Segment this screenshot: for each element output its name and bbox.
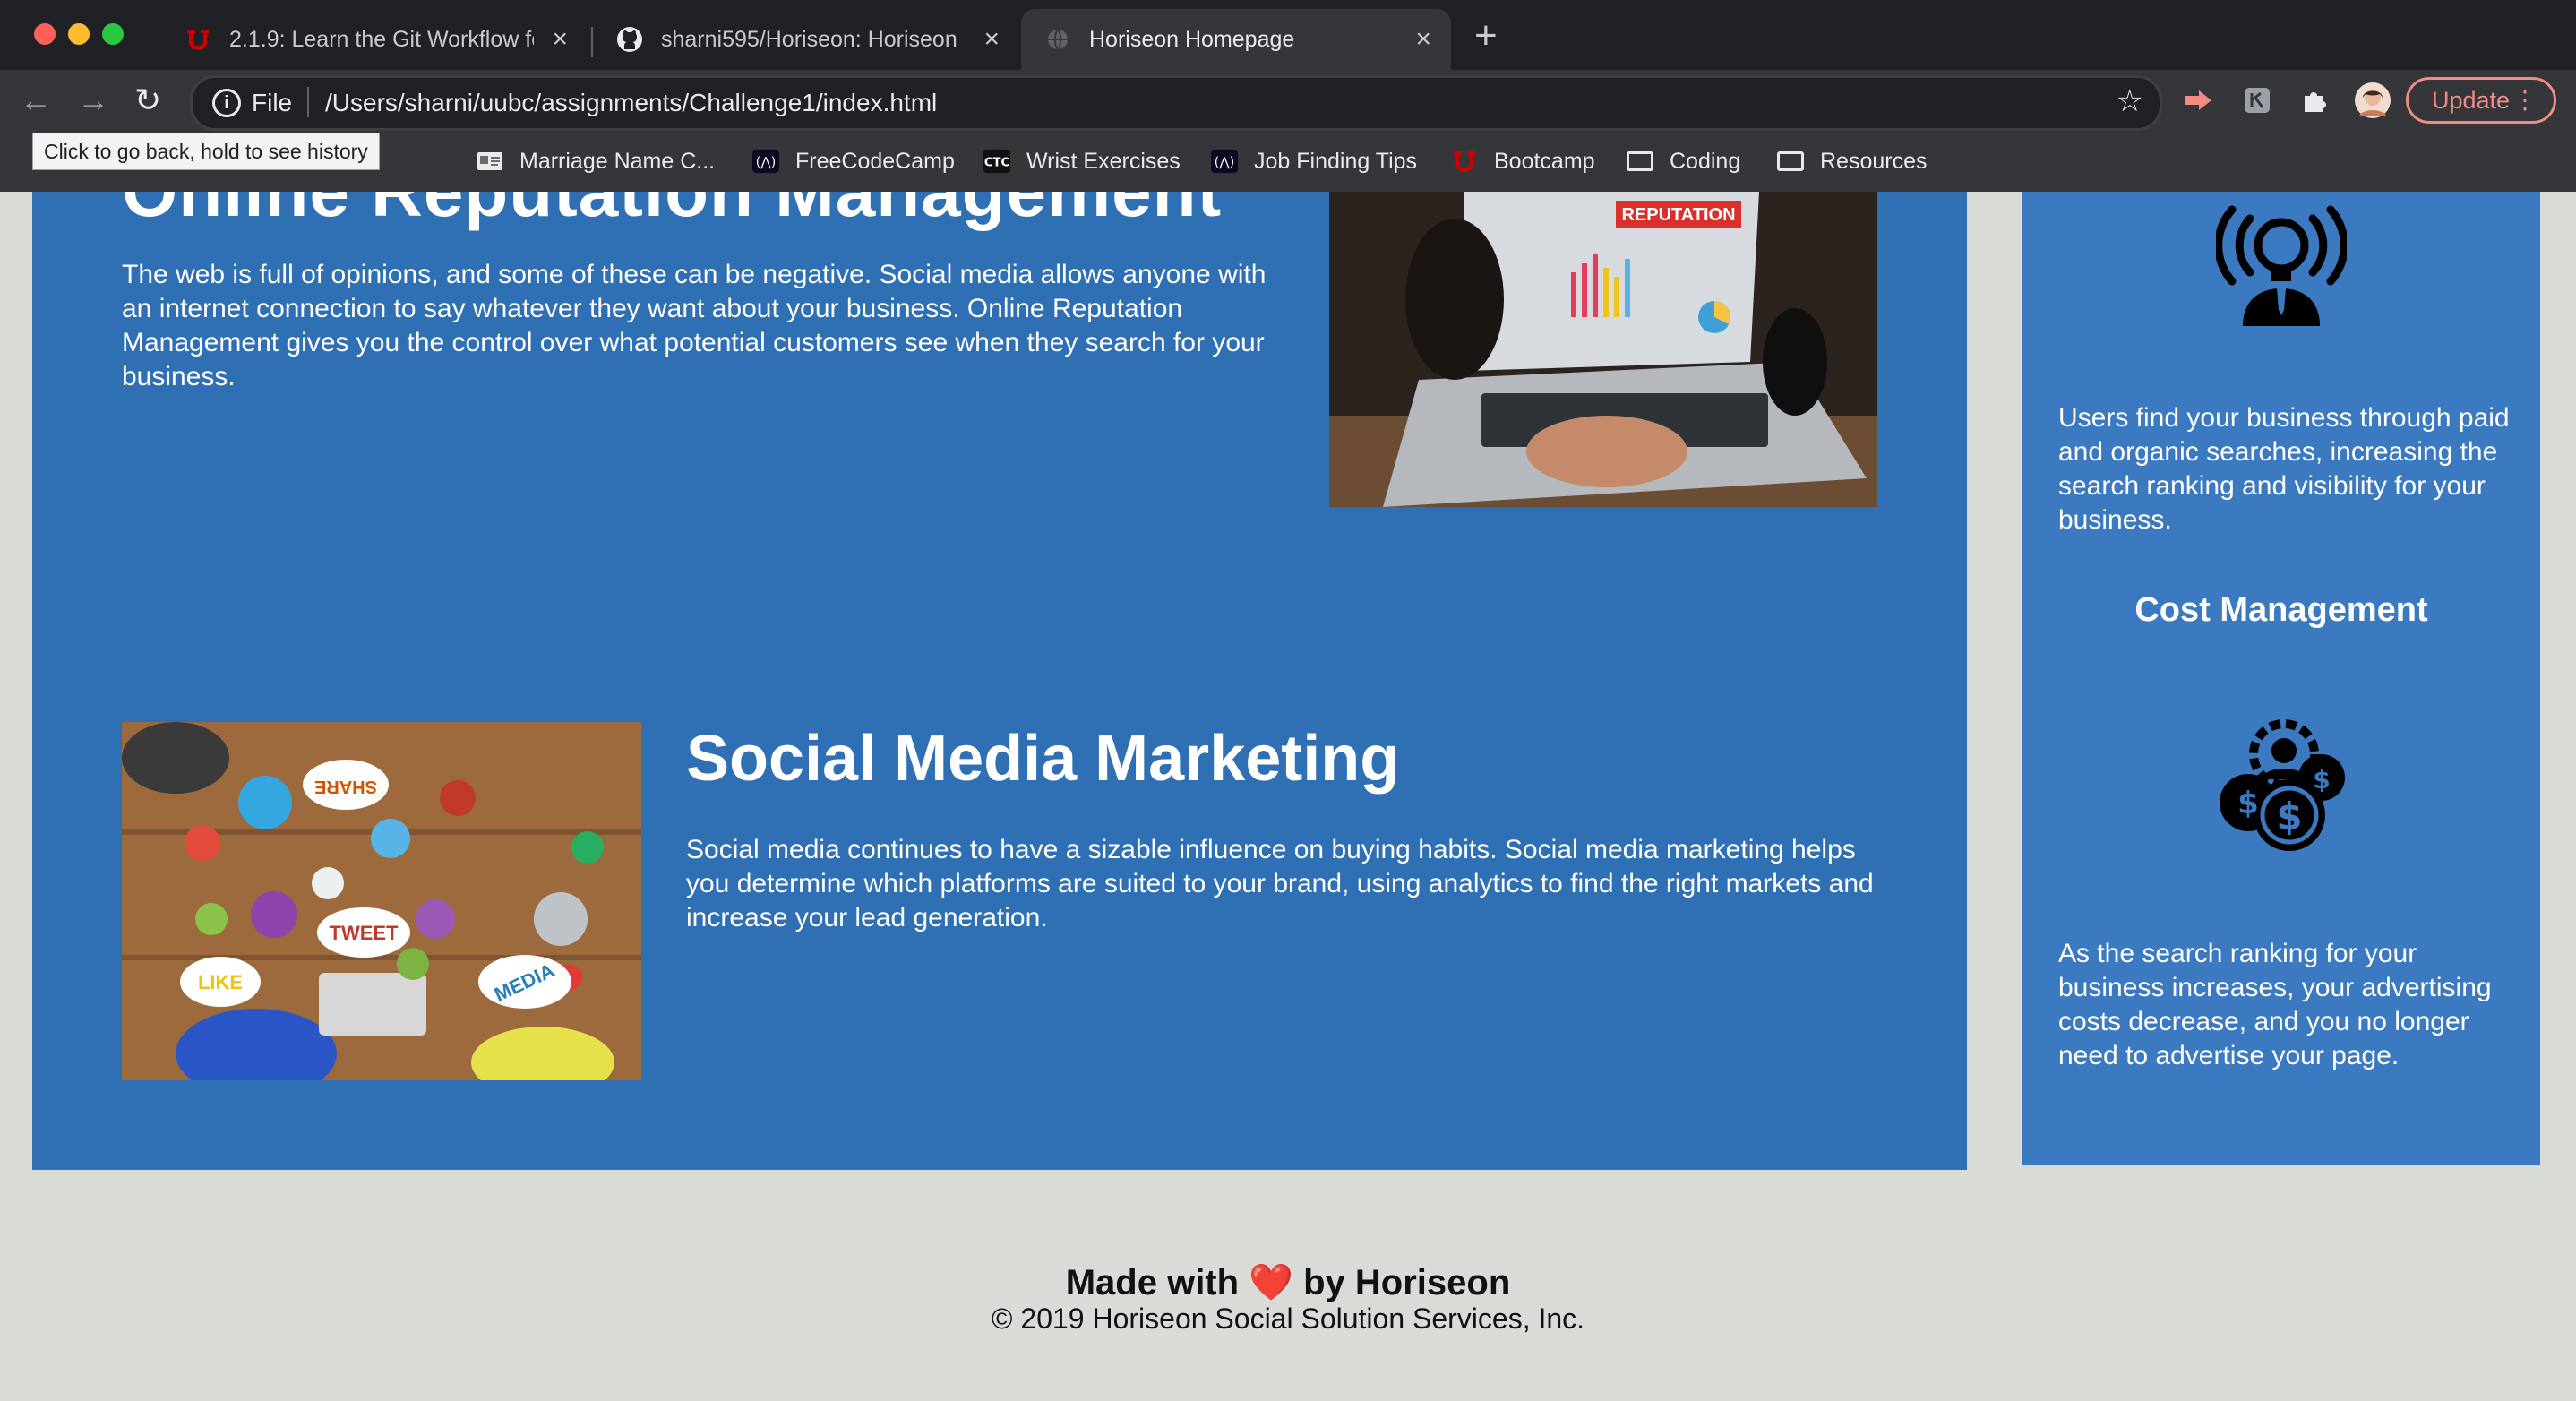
fcc-icon: (⋀) [1211, 149, 1238, 174]
bookmark-item[interactable]: Coding [1627, 143, 1740, 179]
social-media-text: Social media continues to have a sizable… [686, 835, 1874, 933]
browser-tab-bar: 2.1.9: Learn the Git Workflow fo × sharn… [0, 0, 2576, 70]
svg-text:$: $ [2276, 795, 2302, 838]
back-button-tooltip: Click to go back, hold to see history [32, 133, 380, 170]
extension-tile-icon[interactable] [2241, 84, 2273, 116]
svg-text:REPUTATION: REPUTATION [1621, 205, 1735, 225]
bookmark-item[interactable]: Marriage Name C... [477, 143, 715, 179]
footer-made-with-suffix: by Horiseon [1303, 1263, 1511, 1302]
bookmark-label: Wrist Exercises [1026, 148, 1181, 174]
address-url[interactable]: /Users/sharni/uubc/assignments/Challenge… [325, 89, 937, 117]
close-tab-icon[interactable]: × [983, 26, 1000, 53]
extension-arrow-icon[interactable] [2182, 84, 2214, 116]
cost-management-text: As the search ranking for your business … [2058, 939, 2492, 1070]
more-menu-icon[interactable]: ⋮ [2512, 85, 2537, 115]
tab-git-workflow[interactable]: 2.1.9: Learn the Git Workflow fo × [161, 9, 588, 70]
close-window-button[interactable] [34, 23, 56, 45]
social-media-heading: Social Media Marketing [686, 723, 1400, 795]
svg-text:TWEET: TWEET [330, 922, 399, 944]
back-arrow-icon[interactable]: ← [20, 81, 52, 120]
zoom-window-button[interactable] [102, 23, 124, 45]
bookmark-label: Bootcamp [1494, 148, 1595, 174]
svg-text:(⋀): (⋀) [1215, 156, 1234, 170]
close-tab-icon[interactable]: × [552, 26, 568, 53]
cost-management-icon: $ $ $ [2212, 715, 2356, 863]
tab-title: Horiseon Homepage [1089, 26, 1295, 52]
tab-title: sharni595/Horiseon: Horiseon [661, 26, 957, 52]
footer-made-with-prefix: Made with [1065, 1263, 1240, 1302]
bookmark-label: Marriage Name C... [519, 148, 716, 174]
bookmark-item[interactable]: (⋀) Job Finding Tips [1211, 143, 1417, 179]
new-tab-button[interactable]: + [1474, 16, 1498, 56]
svg-text:(⋀): (⋀) [756, 156, 776, 170]
extensions-puzzle-icon[interactable] [2298, 84, 2331, 116]
utah-u-icon [185, 26, 211, 53]
bookmark-item[interactable]: Resources [1777, 143, 1928, 179]
globe-icon [1044, 26, 1071, 53]
footer-copyright: © 2019 Horiseon Social Solution Services… [991, 1302, 1585, 1335]
svg-text:$: $ [2313, 765, 2330, 795]
folder-icon [1627, 150, 1653, 173]
reputation-heading: Online Reputation Management [122, 192, 1222, 233]
bookmark-label: Coding [1670, 148, 1741, 174]
page-viewport: Online Reputation Management The web is … [0, 192, 2576, 1401]
svg-text:LIKE: LIKE [198, 971, 243, 993]
profile-avatar[interactable] [2354, 82, 2391, 119]
reputation-text: The web is full of opinions, and some of… [122, 260, 1267, 391]
social-media-image: SHARE TWEET LIKE MEDIA [122, 722, 641, 1080]
bookmark-item[interactable]: CTC Wrist Exercises [983, 143, 1181, 179]
folder-icon [1777, 150, 1804, 173]
utah-u-icon [1451, 150, 1478, 173]
lead-generation-text: Users find your business through paid an… [2058, 403, 2510, 535]
bookmarks-bar: nlin... Marriage Name C... (⋀) FreeCodeC… [0, 131, 2576, 192]
tab-github-horiseon[interactable]: sharni595/Horiseon: Horiseon × [593, 9, 1019, 70]
bookmark-item[interactable]: Bootcamp [1451, 143, 1595, 179]
bookmark-label: FreeCodeCamp [795, 148, 955, 174]
site-info-icon[interactable]: i [212, 89, 241, 117]
update-label: Update [2432, 86, 2511, 114]
address-scheme-label: File [252, 89, 293, 116]
bookmark-label: Job Finding Tips [1254, 148, 1418, 174]
bookmark-item[interactable]: (⋀) FreeCodeCamp [752, 143, 955, 179]
reload-icon[interactable]: ↻ [134, 81, 161, 120]
ctc-icon: CTC [983, 149, 1010, 174]
bookmark-star-icon[interactable]: ☆ [2117, 83, 2143, 119]
reputation-image: REPUTATION [1329, 192, 1877, 507]
footer-made-with: Made with ❤️ by Horiseon [0, 1261, 2576, 1303]
lead-generation-icon [2214, 192, 2348, 331]
fcc-icon: (⋀) [752, 149, 779, 174]
cost-management-heading: Cost Management [2134, 591, 2428, 629]
svg-text:SHARE: SHARE [314, 777, 377, 796]
minimize-window-button[interactable] [68, 23, 90, 45]
update-button[interactable]: Update ⋮ [2406, 77, 2556, 124]
tab-horiseon-homepage[interactable]: Horiseon Homepage × [1021, 9, 1451, 70]
svg-text:$: $ [2237, 786, 2259, 821]
card-icon [477, 150, 503, 173]
close-tab-icon[interactable]: × [1415, 26, 1431, 53]
bookmark-label: Resources [1820, 148, 1928, 174]
tab-title: 2.1.9: Learn the Git Workflow fo [229, 26, 534, 52]
github-icon [616, 26, 643, 53]
forward-arrow-icon[interactable]: → [77, 81, 109, 120]
address-bar[interactable]: i File /Users/sharni/uubc/assignments/Ch… [190, 75, 2162, 131]
heart-icon: ❤️ [1249, 1263, 1293, 1302]
svg-text:CTC: CTC [984, 157, 1009, 170]
